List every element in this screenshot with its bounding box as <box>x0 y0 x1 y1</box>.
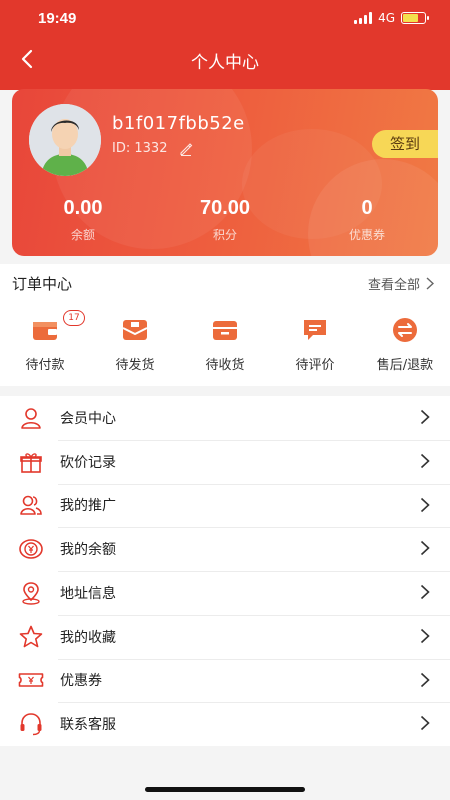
order-badge: 17 <box>63 310 85 326</box>
order-label: 待收货 <box>205 358 245 373</box>
menu-item-customer-service[interactable]: 联系客服 <box>0 702 450 746</box>
home-indicator[interactable] <box>145 787 305 792</box>
stat-balance[interactable]: 0.00 余额 <box>12 197 154 243</box>
refund-icon <box>393 318 417 342</box>
signin-button[interactable]: 签到 <box>372 130 438 158</box>
menu-item-label: 会员中心 <box>60 410 116 427</box>
comment-icon <box>304 320 326 340</box>
menu-item-address[interactable]: 地址信息 <box>0 571 450 615</box>
stat-label: 余额 <box>70 228 95 242</box>
menu-item-label: 我的收藏 <box>60 629 116 646</box>
chevron-right-icon <box>420 541 430 556</box>
chevron-right-icon <box>420 409 430 425</box>
stat-value: 0 <box>361 197 373 219</box>
stat-label: 积分 <box>212 228 237 242</box>
chevron-right-icon <box>420 453 430 468</box>
menu-item-label: 地址信息 <box>60 585 116 602</box>
status-time: 19:49 <box>38 10 77 27</box>
chevron-right-icon <box>420 497 430 512</box>
avatar[interactable] <box>29 104 101 176</box>
user-id: ID: 1332 <box>112 141 193 156</box>
gift-icon <box>20 452 42 473</box>
menu-item-label: 优惠券 <box>60 673 102 690</box>
wallet-icon <box>33 322 57 340</box>
headset-icon <box>20 713 42 736</box>
profile-card: b1f017fbb52e ID: 1332 签到 0.00 余额 70.00 积分 … <box>12 89 438 256</box>
header-background: 19:49 4G 个人中心 <box>0 0 450 90</box>
chevron-right-icon <box>420 628 430 643</box>
edit-icon[interactable] <box>179 142 193 156</box>
page-title: 个人中心 <box>191 53 259 73</box>
coupon-icon <box>18 673 44 688</box>
nav-bar: 个人中心 <box>0 44 450 74</box>
location-icon <box>22 582 40 605</box>
menu-item-favorites[interactable]: 我的收藏 <box>0 614 450 659</box>
user-id-label: ID: <box>112 141 131 156</box>
menu-item-bargain-records[interactable]: 砍价记录 <box>0 439 450 484</box>
view-all-orders-link[interactable]: 查看全部 <box>368 274 434 293</box>
order-label: 待付款 <box>25 358 65 373</box>
order-pending-payment[interactable]: 17 待付款 <box>0 310 90 373</box>
users-icon <box>20 496 42 516</box>
yen-coin-icon <box>19 539 43 559</box>
order-center: 订单中心 查看全部 17 待付款 待发货 待收货 待评价 售后/退款 <box>0 264 450 386</box>
menu-item-balance[interactable]: 我的余额 <box>0 527 450 571</box>
stat-coupons[interactable]: 0 优惠券 <box>296 197 438 243</box>
stat-value: 0.00 <box>63 197 103 219</box>
order-pending-receipt[interactable]: 待收货 <box>180 316 270 373</box>
profile-stats: 0.00 余额 70.00 积分 0 优惠券 <box>12 197 438 243</box>
network-label: 4G <box>378 11 395 25</box>
member-icon <box>21 408 41 429</box>
chevron-right-icon <box>420 716 430 731</box>
user-id-value: 1332 <box>134 141 168 156</box>
menu-item-member-center[interactable]: 会员中心 <box>0 396 450 440</box>
order-label: 售后/退款 <box>376 358 434 373</box>
chevron-right-icon <box>426 277 434 290</box>
order-pending-shipment[interactable]: 待发货 <box>90 316 180 373</box>
signal-icon <box>354 12 373 24</box>
order-pending-review[interactable]: 待评价 <box>270 316 360 373</box>
stat-points[interactable]: 70.00 积分 <box>154 197 296 243</box>
battery-icon <box>401 12 429 24</box>
order-label: 待发货 <box>115 358 155 373</box>
view-all-label: 查看全部 <box>367 278 420 293</box>
status-bar: 19:49 4G <box>0 0 450 40</box>
stat-label: 优惠券 <box>348 228 385 242</box>
menu-item-label: 砍价记录 <box>60 454 116 471</box>
username: b1f017fbb52e <box>112 113 245 134</box>
menu-item-promotion[interactable]: 我的推广 <box>0 483 450 528</box>
menu-item-coupons[interactable]: 优惠券 <box>0 658 450 703</box>
menu-item-label: 我的余额 <box>60 542 116 559</box>
chevron-right-icon <box>420 584 430 600</box>
chevron-right-icon <box>420 672 430 687</box>
order-center-title: 订单中心 <box>12 275 73 293</box>
stat-value: 70.00 <box>199 197 251 219</box>
menu-item-label: 我的推广 <box>60 498 116 515</box>
box-icon <box>213 321 237 340</box>
order-after-sales[interactable]: 售后/退款 <box>360 316 450 373</box>
order-label: 待评价 <box>295 358 335 373</box>
menu-list: 会员中心 砍价记录 我的推广 我的余额 地址信息 我的收藏 优惠券 联系客服 <box>0 396 450 746</box>
package-icon <box>122 320 148 340</box>
star-icon <box>19 625 43 647</box>
menu-item-label: 联系客服 <box>60 717 116 734</box>
